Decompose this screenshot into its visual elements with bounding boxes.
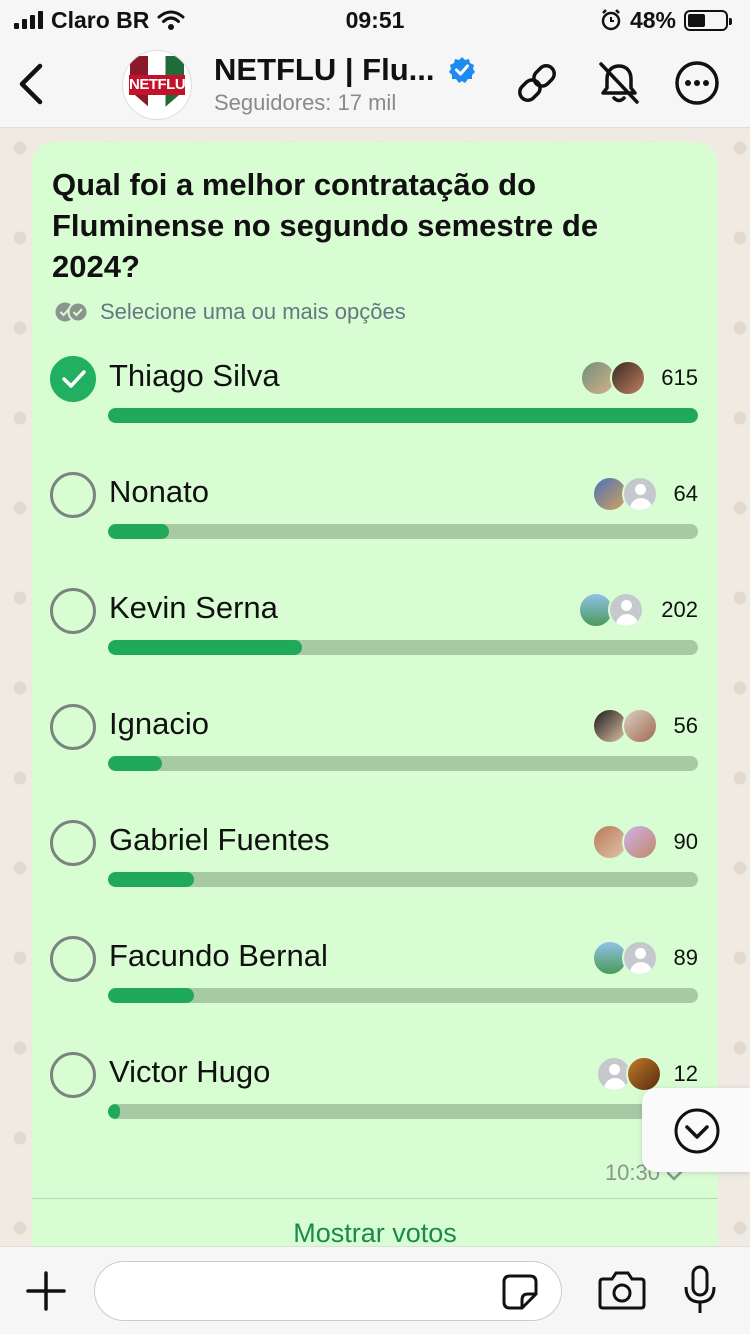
- voter-avatars: [578, 592, 644, 628]
- poll-option[interactable]: Nonato 64: [32, 472, 718, 588]
- poll-option[interactable]: Kevin Serna 202: [32, 588, 718, 704]
- status-bar: Claro BR 09:51 48%: [0, 0, 750, 40]
- poll-message: Qual foi a melhor contratação do Flumine…: [32, 142, 718, 1252]
- voter-avatars: [592, 940, 658, 976]
- divider: [32, 1198, 718, 1199]
- signal-icon: [14, 11, 43, 29]
- vote-progress-fill: [108, 872, 195, 887]
- radio-unchecked-icon[interactable]: [50, 936, 96, 982]
- battery-icon: [684, 9, 732, 31]
- carrier-label: Claro BR: [51, 6, 150, 33]
- show-votes-button[interactable]: Mostrar votos: [32, 1218, 718, 1249]
- poll-hint: Selecione uma ou mais opções: [54, 299, 406, 325]
- vote-count: 202: [661, 597, 698, 622]
- radio-checked-icon[interactable]: [50, 356, 96, 402]
- poll-option-label: Gabriel Fuentes: [109, 822, 330, 857]
- channel-header: NETFLU NETFLU | Flu... Seguidores: 17 mi…: [0, 40, 750, 128]
- voter-avatars: [596, 1056, 662, 1092]
- poll-question: Qual foi a melhor contratação do Flumine…: [52, 167, 599, 284]
- double-check-circle-icon: [55, 301, 89, 323]
- sticker-icon[interactable]: [501, 1273, 539, 1311]
- vote-progress-fill: [108, 756, 162, 771]
- poll-option[interactable]: Gabriel Fuentes 90: [32, 820, 718, 936]
- voter-avatar: [610, 360, 646, 396]
- poll-option[interactable]: Facundo Bernal 89: [32, 936, 718, 1052]
- voter-avatar: [622, 940, 658, 976]
- poll-option-label: Ignacio: [109, 706, 209, 741]
- composer-bar: [0, 1246, 750, 1334]
- chevron-down-circle-icon: [674, 1108, 720, 1154]
- poll-option-label: Victor Hugo: [109, 1054, 271, 1089]
- radio-unchecked-icon[interactable]: [50, 1052, 96, 1098]
- radio-unchecked-icon[interactable]: [50, 588, 96, 634]
- vote-progress-bar: [108, 1104, 698, 1119]
- radio-unchecked-icon[interactable]: [50, 820, 96, 866]
- vote-count: 90: [673, 829, 698, 854]
- voter-avatars: [580, 360, 646, 396]
- channel-avatar[interactable]: NETFLU: [122, 50, 192, 120]
- followers-count: Seguidores: 17 mil: [214, 90, 397, 115]
- vote-count: 89: [673, 945, 698, 970]
- vote-progress-bar: [108, 524, 698, 539]
- microphone-icon[interactable]: [680, 1265, 720, 1315]
- bell-muted-icon[interactable]: [594, 58, 644, 108]
- link-icon[interactable]: [512, 58, 562, 108]
- vote-progress-bar: [108, 988, 698, 1003]
- vote-count: 64: [673, 481, 698, 506]
- plus-icon[interactable]: [24, 1269, 68, 1313]
- more-icon[interactable]: [672, 58, 722, 108]
- voter-avatar: [622, 824, 658, 860]
- vote-progress-fill: [108, 524, 170, 539]
- radio-unchecked-icon[interactable]: [50, 472, 96, 518]
- voter-avatars: [592, 476, 658, 512]
- alarm-icon: [601, 9, 621, 31]
- vote-progress-fill: [108, 988, 194, 1003]
- poll-option-label: Facundo Bernal: [109, 938, 328, 973]
- channel-name[interactable]: NETFLU | Flu...: [214, 52, 434, 88]
- vote-count: 615: [661, 365, 698, 390]
- poll-option-label: Nonato: [109, 474, 209, 509]
- voter-avatars: [592, 708, 658, 744]
- vote-progress-bar: [108, 640, 698, 655]
- poll-option-label: Kevin Serna: [109, 590, 278, 625]
- poll-option[interactable]: Ignacio 56: [32, 704, 718, 820]
- vote-progress-bar: [108, 408, 698, 423]
- vote-count: 56: [673, 713, 698, 738]
- camera-icon[interactable]: [598, 1269, 646, 1311]
- voter-avatar: [622, 476, 658, 512]
- vote-progress-bar: [108, 756, 698, 771]
- vote-count: 12: [673, 1061, 698, 1086]
- poll-option[interactable]: Victor Hugo 12: [32, 1052, 718, 1168]
- verified-icon: [449, 57, 475, 83]
- battery-percent: 48%: [629, 6, 676, 33]
- vote-progress-fill: [108, 640, 302, 655]
- message-input[interactable]: [94, 1261, 562, 1321]
- back-icon[interactable]: [14, 62, 48, 106]
- voter-avatar: [622, 708, 658, 744]
- vote-progress-fill: [108, 408, 698, 423]
- voter-avatar: [626, 1056, 662, 1092]
- vote-progress-bar: [108, 872, 698, 887]
- radio-unchecked-icon[interactable]: [50, 704, 96, 750]
- vote-progress-fill: [108, 1104, 120, 1119]
- voter-avatar: [608, 592, 644, 628]
- wifi-icon: [157, 10, 185, 30]
- poll-option-label: Thiago Silva: [109, 358, 280, 393]
- scroll-down-button[interactable]: [642, 1088, 750, 1172]
- voter-avatars: [592, 824, 658, 860]
- poll-hint-text: Selecione uma ou mais opções: [100, 299, 406, 324]
- poll-option[interactable]: Thiago Silva 615: [32, 356, 718, 472]
- avatar-logo-text: NETFLU: [129, 75, 186, 95]
